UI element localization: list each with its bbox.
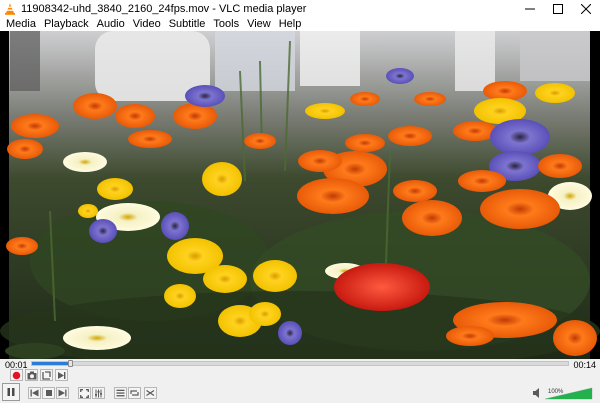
title-bar: 11908342-uhd_3840_2160_24fps.mov - VLC m… bbox=[0, 0, 600, 17]
previous-button[interactable] bbox=[28, 387, 41, 399]
total-time: 00:14 bbox=[573, 360, 596, 370]
video-surface[interactable] bbox=[0, 31, 600, 359]
next-button[interactable] bbox=[56, 387, 69, 399]
menu-bar: Media Playback Audio Video Subtitle Tool… bbox=[0, 17, 600, 31]
play-pause-button[interactable] bbox=[2, 383, 20, 401]
menu-playback[interactable]: Playback bbox=[40, 17, 93, 31]
seek-progress bbox=[32, 362, 70, 365]
stop-icon bbox=[45, 390, 52, 396]
loop-ab-icon bbox=[42, 370, 51, 380]
menu-media[interactable]: Media bbox=[2, 17, 40, 31]
loop-button[interactable] bbox=[128, 387, 141, 399]
menu-video[interactable]: Video bbox=[129, 17, 165, 31]
window-title: 11908342-uhd_3840_2160_24fps.mov - VLC m… bbox=[21, 2, 307, 15]
minimize-icon bbox=[525, 8, 535, 9]
playlist-button[interactable] bbox=[114, 387, 127, 399]
previous-icon bbox=[30, 389, 39, 397]
next-icon bbox=[58, 389, 67, 397]
menu-tools[interactable]: Tools bbox=[209, 17, 243, 31]
extended-settings-icon bbox=[95, 389, 102, 397]
play-pause-icon bbox=[7, 388, 15, 396]
close-icon bbox=[581, 3, 591, 14]
menu-audio[interactable]: Audio bbox=[93, 17, 129, 31]
speaker-icon bbox=[533, 388, 539, 398]
maximize-icon bbox=[553, 3, 563, 14]
menu-help[interactable]: Help bbox=[275, 17, 306, 31]
volume-percent: 100% bbox=[548, 389, 564, 395]
loop-ab-button[interactable] bbox=[40, 369, 53, 381]
minimize-button[interactable] bbox=[516, 0, 544, 17]
record-button[interactable] bbox=[10, 369, 23, 381]
flower-bed-frame bbox=[0, 31, 600, 359]
menu-subtitle[interactable]: Subtitle bbox=[165, 17, 210, 31]
seek-handle[interactable] bbox=[67, 360, 73, 367]
snapshot-button[interactable] bbox=[25, 369, 38, 381]
menu-view[interactable]: View bbox=[243, 17, 275, 31]
seek-bar[interactable] bbox=[31, 360, 569, 367]
shuffle-icon bbox=[146, 390, 155, 396]
fullscreen-button[interactable] bbox=[78, 387, 91, 399]
shuffle-button[interactable] bbox=[144, 387, 157, 399]
playlist-icon bbox=[116, 389, 125, 397]
extended-settings-button[interactable] bbox=[92, 387, 105, 399]
maximize-button[interactable] bbox=[544, 0, 572, 17]
frame-step-icon bbox=[58, 371, 66, 379]
close-button[interactable] bbox=[572, 0, 600, 17]
vlc-cone-icon bbox=[5, 3, 15, 15]
stop-button[interactable] bbox=[42, 387, 55, 399]
fullscreen-icon bbox=[80, 388, 89, 398]
snapshot-icon bbox=[27, 371, 36, 379]
loop-icon bbox=[130, 390, 139, 396]
record-icon bbox=[12, 371, 21, 379]
frame-step-button[interactable] bbox=[55, 369, 68, 381]
